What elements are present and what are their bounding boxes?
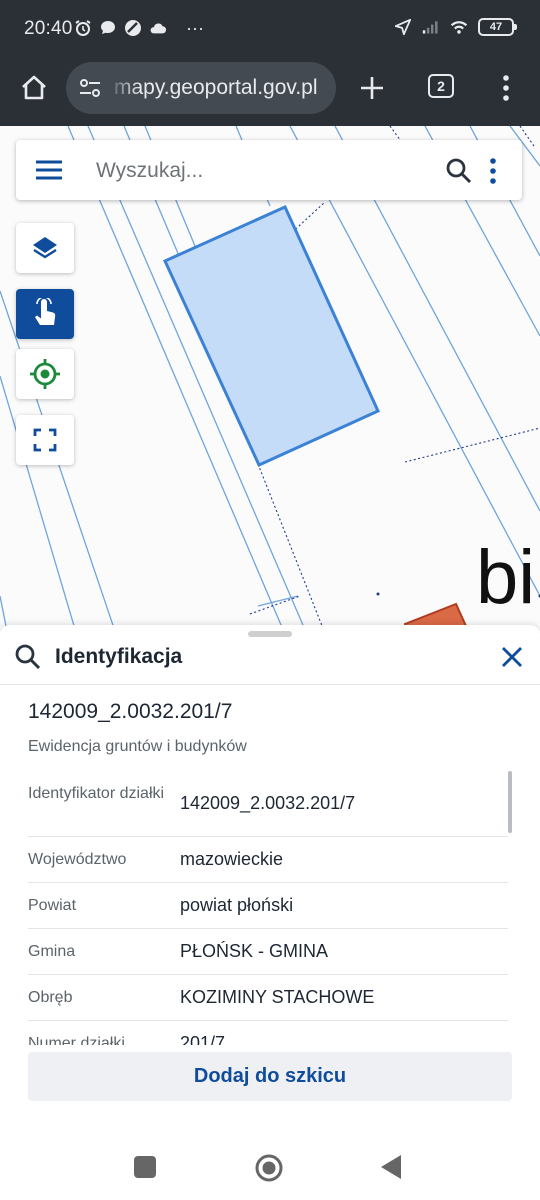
table-row: Województwo mazowieckie: [28, 837, 508, 883]
address-bar[interactable]: mapy.geoportal.gov.pl: [66, 62, 336, 114]
row-value: mazowieckie: [180, 849, 284, 869]
map-point: [376, 592, 380, 596]
table-row: Powiat powiat płoński: [28, 883, 508, 929]
battery-icon: 47: [478, 18, 517, 36]
app-icon: [124, 19, 142, 37]
site-settings-icon[interactable]: [78, 76, 102, 100]
battery-level: 47: [489, 21, 503, 33]
cloud-icon: [149, 19, 167, 37]
identification-panel: Identyfikacja 142009_2.0032.201/7 Ewiden…: [0, 625, 540, 1133]
map-label: bi: [476, 535, 536, 620]
home-button[interactable]: [16, 70, 52, 106]
search-icon: [15, 644, 41, 670]
chat-icon: [99, 19, 117, 37]
table-row: Identyfikator działki 142009_2.0032.201/…: [28, 770, 508, 837]
url-fade: [106, 62, 140, 114]
fullscreen-button[interactable]: [16, 415, 74, 465]
add-to-sketch-button[interactable]: Dodaj do szkicu: [28, 1052, 512, 1101]
search-icon[interactable]: [444, 156, 474, 186]
locate-me-button[interactable]: [16, 349, 74, 399]
row-value: powiat płoński: [180, 895, 294, 915]
recents-button[interactable]: [134, 1156, 156, 1178]
map-view[interactable]: bi: [0, 126, 540, 646]
screen: 20:40 ··· 47 mapy.geoportal.gov.pl 2 bi …: [0, 0, 540, 1200]
table-row: Numer działki 201/7: [28, 1021, 508, 1045]
status-bar: 20:40 ··· 47: [0, 0, 540, 60]
map-search-bar: [16, 140, 522, 200]
row-label: Województwo: [28, 851, 127, 868]
row-label: Identyfikator działki: [28, 785, 165, 802]
layers-icon: [33, 237, 57, 259]
row-value: 142009_2.0032.201/7: [180, 793, 356, 813]
url-text[interactable]: mapy.geoportal.gov.pl: [114, 76, 318, 100]
home-circle-icon[interactable]: [254, 1153, 284, 1183]
browser-toolbar: mapy.geoportal.gov.pl 2: [0, 60, 540, 126]
location-arrow-icon: [394, 18, 412, 36]
notification-icons: ···: [74, 19, 204, 37]
status-time: 20:40: [24, 18, 73, 39]
attribute-table[interactable]: Identyfikator działki 142009_2.0032.201/…: [28, 770, 508, 1045]
system-icons: 47: [394, 18, 517, 36]
more-options-icon[interactable]: [486, 156, 500, 186]
row-label: Gmina: [28, 943, 76, 960]
back-triangle-icon[interactable]: [380, 1154, 402, 1180]
system-navigation-bar: [0, 1133, 540, 1200]
row-value: 201/7: [180, 1033, 226, 1045]
wifi-icon: [450, 18, 468, 36]
search-input[interactable]: [96, 158, 426, 184]
tab-switcher-button[interactable]: 2: [428, 74, 454, 98]
home-icon: [22, 75, 46, 100]
drag-handle[interactable]: [248, 631, 292, 637]
plus-icon: [361, 77, 383, 99]
layers-button[interactable]: [16, 223, 74, 273]
row-value: PŁOŃSK - GMINA: [180, 941, 329, 961]
close-icon[interactable]: [498, 643, 526, 671]
parcel-id-heading: 142009_2.0032.201/7: [28, 700, 233, 723]
row-label: Powiat: [28, 897, 77, 914]
gps-target-icon: [30, 359, 60, 389]
new-tab-button[interactable]: [354, 70, 390, 106]
fullscreen-icon: [33, 428, 57, 452]
alarm-icon: [74, 19, 92, 37]
identify-tool-button[interactable]: [16, 289, 74, 339]
kebab-menu-icon: [503, 75, 509, 101]
tab-count: 2: [437, 78, 445, 94]
panel-title: Identyfikacja: [55, 645, 183, 668]
signal-icon: [422, 18, 440, 36]
touch-hand-icon: [35, 298, 56, 325]
panel-header: Identyfikacja: [0, 625, 540, 685]
scrollbar-thumb[interactable]: [508, 771, 512, 833]
browser-menu-button[interactable]: [494, 70, 518, 106]
row-label: Obręb: [28, 989, 73, 1006]
table-row: Gmina PŁOŃSK - GMINA: [28, 929, 508, 975]
selected-parcel: [163, 205, 380, 467]
data-source-label: Ewidencja gruntów i budynków: [28, 738, 247, 755]
row-label: Numer działki: [28, 1035, 125, 1045]
table-row: Obręb KOZIMINY STACHOWE: [28, 975, 508, 1021]
map-canvas[interactable]: [0, 126, 540, 646]
row-value: KOZIMINY STACHOWE: [180, 987, 375, 1007]
more-notifications: ···: [186, 18, 204, 38]
hamburger-menu-icon[interactable]: [34, 158, 64, 182]
